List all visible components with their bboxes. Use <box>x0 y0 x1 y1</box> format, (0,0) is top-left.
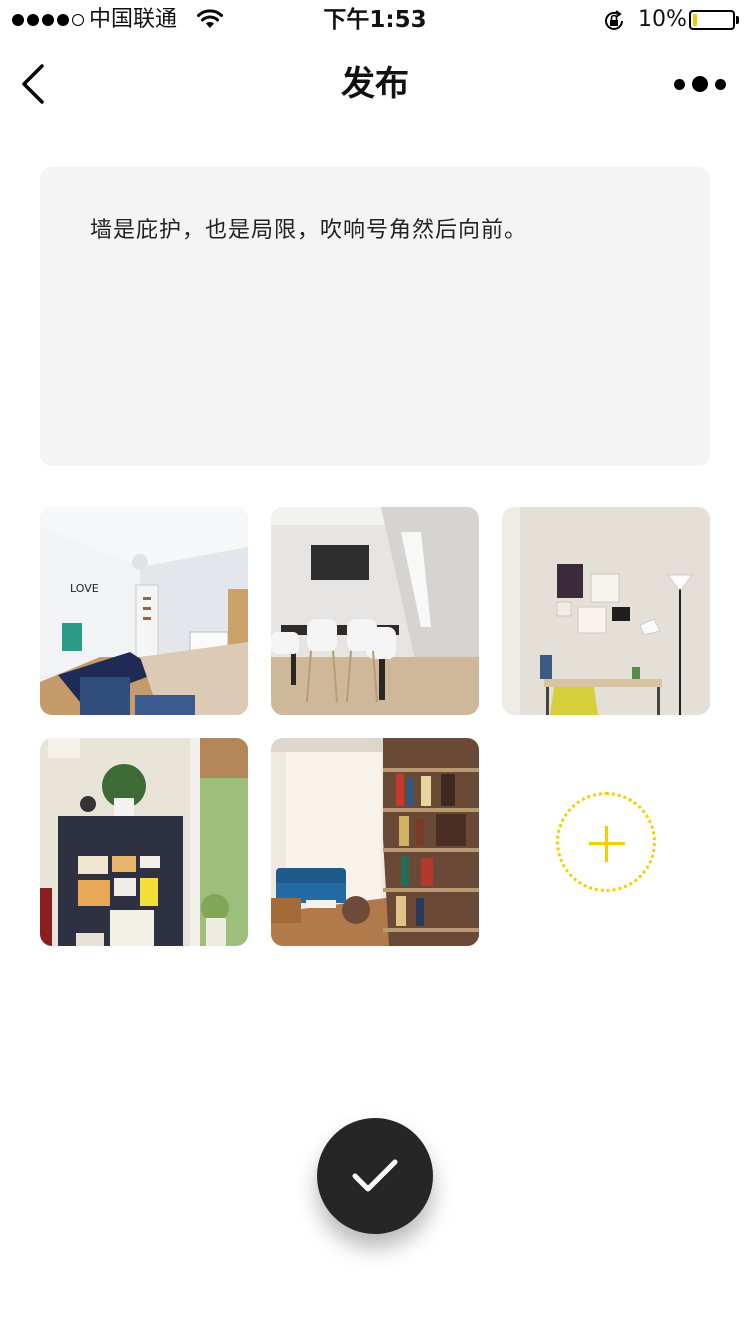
more-dots-icon[interactable] <box>674 70 726 98</box>
photo-thumbnail-1[interactable]: LOVE <box>40 507 248 715</box>
battery-level <box>693 14 697 26</box>
status-bar: 中国联通 下午1:53 10% <box>0 0 750 40</box>
photo-thumbnail-4[interactable] <box>40 738 248 946</box>
svg-text:LOVE: LOVE <box>70 582 99 595</box>
photo-thumbnail-3[interactable] <box>502 507 710 715</box>
page-title: 发布 <box>341 64 409 104</box>
add-photo-button[interactable] <box>556 792 656 892</box>
checkmark-icon <box>352 1159 398 1192</box>
publish-page: 中国联通 下午1:53 10% 发布 墙是庇护，也是局限，吹响号角然后向前。 L… <box>0 0 750 1334</box>
photo-thumbnail-5[interactable] <box>271 738 479 946</box>
post-content[interactable]: 墙是庇护，也是局限，吹响号角然后向前。 <box>90 215 527 247</box>
post-text-area[interactable]: 墙是庇护，也是局限，吹响号角然后向前。 <box>40 167 710 466</box>
battery-icon <box>689 10 735 30</box>
submit-button[interactable] <box>317 1118 433 1234</box>
battery-nub <box>736 16 739 24</box>
photo-thumbnail-2[interactable] <box>271 507 479 715</box>
battery-percent: 10% <box>638 7 687 32</box>
rotation-lock-icon <box>605 10 623 30</box>
